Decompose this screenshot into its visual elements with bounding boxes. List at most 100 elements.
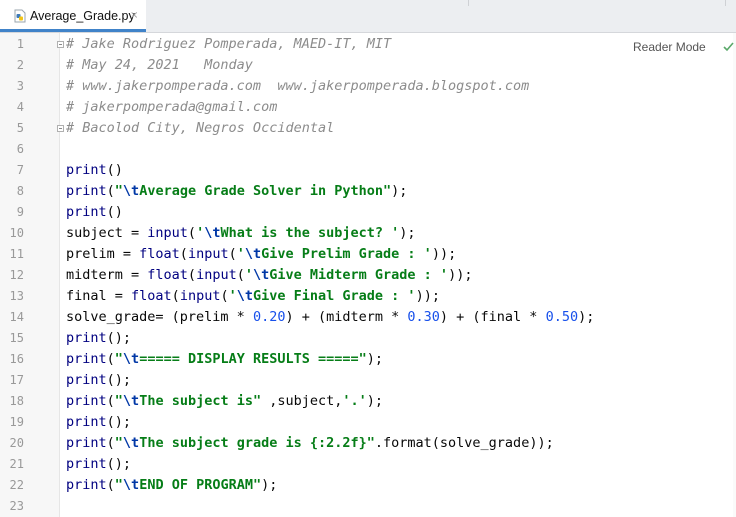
code-token: # May 24, 2021 Monday xyxy=(66,57,253,73)
code-token: input xyxy=(187,246,229,262)
code-line[interactable]: 22 print("\tEND OF PROGRAM"); xyxy=(0,475,736,496)
code-text: midterm = float(input('\tGive Midterm Gr… xyxy=(66,265,472,286)
code-token: \t xyxy=(236,288,253,304)
code-token: # Bacolod City, Negros Occidental xyxy=(66,120,335,136)
code-text: print(); xyxy=(66,412,131,433)
code-token: " xyxy=(114,435,123,451)
code-token: input xyxy=(147,225,188,241)
code-token: Give Midterm Grade : ' xyxy=(269,267,449,283)
line-number: 22 xyxy=(9,478,24,492)
code-token: ' xyxy=(228,288,237,304)
code-line[interactable]: 20 print("\tThe subject grade is {:2.2f}"… xyxy=(0,433,736,454)
code-line[interactable]: 9 print() xyxy=(0,202,736,223)
code-line[interactable]: 2 # May 24, 2021 Monday xyxy=(0,55,736,76)
reader-mode-button[interactable]: Reader Mode xyxy=(633,40,706,54)
code-token: " xyxy=(114,477,123,493)
code-token: ( xyxy=(228,246,237,262)
code-token: print xyxy=(66,183,107,199)
code-line[interactable]: 5 # Bacolod City, Negros Occidental xyxy=(0,118,736,139)
line-number: 1 xyxy=(16,37,24,51)
line-number: 14 xyxy=(9,310,24,324)
tab-average-grade[interactable]: Average_Grade.py × xyxy=(0,0,146,32)
code-token: print xyxy=(66,393,107,409)
code-token: ' xyxy=(244,267,253,283)
line-number: 16 xyxy=(9,352,24,366)
code-token: # www.jakerpomperada.com www.jakerpomper… xyxy=(66,78,530,94)
code-line[interactable]: 19 print(); xyxy=(0,412,736,433)
code-token: ( xyxy=(106,477,115,493)
code-token: ' xyxy=(236,246,245,262)
code-line[interactable]: 4 # jakerpomperada@gmail.com xyxy=(0,97,736,118)
code-text: print(); xyxy=(66,454,131,475)
code-token: ) + (final * xyxy=(439,309,546,325)
code-line[interactable]: 10 subject = input('\tWhat is the subject… xyxy=(0,223,736,244)
code-token: END OF PROGRAM" xyxy=(139,477,262,493)
code-line[interactable]: 23 xyxy=(0,496,736,517)
code-line[interactable]: 11 prelim = float(input('\tGive Prelim Gr… xyxy=(0,244,736,265)
code-token: (); xyxy=(106,456,132,472)
line-number: 23 xyxy=(9,499,24,513)
line-number: 5 xyxy=(16,121,24,135)
code-line[interactable]: 14 solve_grade= (prelim * 0.20) + (midter… xyxy=(0,307,736,328)
code-line[interactable]: 7 print() xyxy=(0,160,736,181)
code-token: final = xyxy=(66,288,132,304)
code-line[interactable]: 17 print(); xyxy=(0,370,736,391)
code-token: print xyxy=(66,372,107,388)
line-number: 9 xyxy=(16,205,24,219)
code-line[interactable]: 8 print("\tAverage Grade Solver in Python… xyxy=(0,181,736,202)
fold-marker-icon[interactable] xyxy=(57,41,64,48)
code-text: final = float(input('\tGive Final Grade … xyxy=(66,286,440,307)
code-token: )); xyxy=(415,288,440,304)
code-token: (); xyxy=(106,330,132,346)
toolbar-divider xyxy=(468,0,469,6)
line-number: 12 xyxy=(9,268,24,282)
code-line[interactable]: 16 print("\t===== DISPLAY RESULTS =====")… xyxy=(0,349,736,370)
fold-marker-icon[interactable] xyxy=(57,125,64,132)
code-token: # jakerpomperada@gmail.com xyxy=(66,99,278,115)
code-token: float xyxy=(147,267,188,283)
code-token: The subject grade is {:2.2f}" xyxy=(139,435,375,451)
code-line[interactable]: 13 final = float(input('\tGive Final Grad… xyxy=(0,286,736,307)
close-icon[interactable]: × xyxy=(130,9,138,23)
code-text: print("\tThe subject grade is {:2.2f}".f… xyxy=(66,433,554,454)
code-text: print("\tAverage Grade Solver in Python"… xyxy=(66,181,407,202)
code-token: ( xyxy=(236,267,245,283)
code-line[interactable]: 21 print(); xyxy=(0,454,736,475)
code-token: Give Prelim Grade : ' xyxy=(261,246,432,262)
code-token: 0.30 xyxy=(407,309,440,325)
code-text: print() xyxy=(66,160,123,181)
code-token: ( xyxy=(187,267,197,283)
code-token: ); xyxy=(399,225,416,241)
code-line[interactable]: 18 print("\tThe subject is" ,subject,'.')… xyxy=(0,391,736,412)
code-text: print(); xyxy=(66,370,131,391)
code-token: print xyxy=(66,456,107,472)
code-token: subject = xyxy=(66,225,148,241)
code-line[interactable]: 1 # Jake Rodriguez Pomperada, MAED-IT, MI… xyxy=(0,34,736,55)
line-number: 21 xyxy=(9,457,24,471)
code-text: # Bacolod City, Negros Occidental xyxy=(66,118,334,139)
code-token: ); xyxy=(578,309,595,325)
line-number: 20 xyxy=(9,436,24,450)
code-line[interactable]: 12 midterm = float(input('\tGive Midterm … xyxy=(0,265,736,286)
code-line[interactable]: 3 # www.jakerpomperada.com www.jakerpompe… xyxy=(0,76,736,97)
line-number: 10 xyxy=(9,226,24,240)
code-text: print() xyxy=(66,202,123,223)
python-file-icon xyxy=(14,9,26,23)
code-token: ( xyxy=(220,288,229,304)
code-token: ); xyxy=(261,477,278,493)
code-token: prelim = xyxy=(66,246,140,262)
code-line[interactable]: 6 xyxy=(0,139,736,160)
code-token: float xyxy=(131,288,172,304)
code-token: ); xyxy=(366,393,384,409)
code-token: print xyxy=(66,477,107,493)
code-token: \t xyxy=(122,351,140,367)
line-number: 13 xyxy=(9,289,24,303)
code-token: \t xyxy=(122,393,140,409)
code-token: (); xyxy=(106,372,132,388)
code-token: \t xyxy=(122,435,140,451)
code-line[interactable]: 15 print(); xyxy=(0,328,736,349)
code-token: The subject is" xyxy=(139,393,262,409)
code-text: solve_grade= (prelim * 0.20) + (midterm … xyxy=(66,307,594,328)
code-token: 0.50 xyxy=(545,309,579,325)
code-token: ( xyxy=(187,225,197,241)
